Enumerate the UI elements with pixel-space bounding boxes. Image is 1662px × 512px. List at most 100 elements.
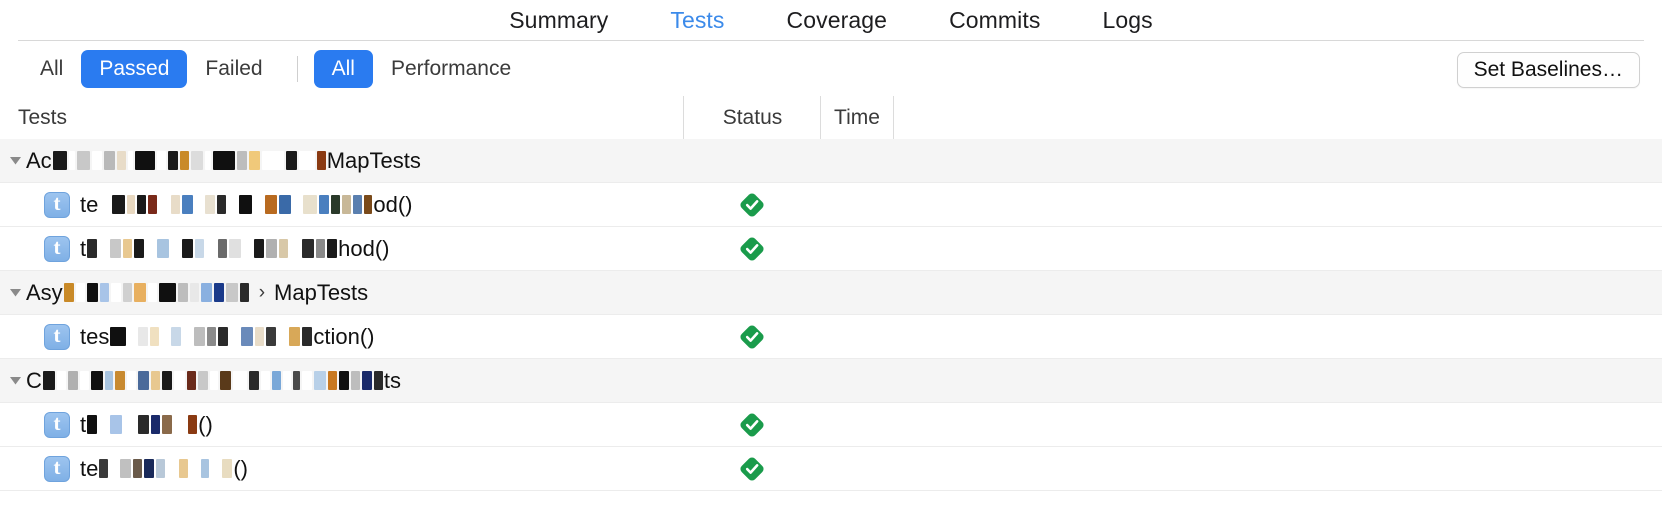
tab-tests[interactable]: Tests — [639, 7, 755, 34]
filter-perf-all[interactable]: All — [313, 49, 373, 88]
column-header-time[interactable]: Time — [820, 96, 894, 139]
test-case-label: te () — [80, 456, 248, 482]
redacted-text-block — [112, 195, 126, 214]
redacted-text-block — [302, 327, 313, 346]
redacted-text-block — [91, 151, 102, 170]
redacted-text-block — [230, 327, 240, 346]
filter-divider — [296, 55, 298, 82]
redacted-text-block — [150, 371, 160, 390]
redacted-text-block — [279, 239, 289, 258]
redacted-text-block — [255, 327, 265, 346]
test-group-row[interactable]: Cts — [0, 359, 1662, 403]
status-cell — [683, 227, 820, 270]
redacted-text-block — [265, 195, 278, 214]
test-group-row[interactable]: Asy › MapTests — [0, 271, 1662, 315]
redacted-text-block — [182, 195, 194, 214]
test-case-icon: t — [44, 323, 70, 350]
redacted-text-block — [266, 239, 278, 258]
redacted-text-block — [151, 415, 161, 434]
redacted-text-block — [254, 195, 264, 214]
tab-commits[interactable]: Commits — [918, 7, 1071, 34]
redacted-text-block — [313, 371, 326, 390]
redacted-text-block — [361, 371, 372, 390]
column-header-status[interactable]: Status — [683, 96, 821, 139]
redacted-text-block — [301, 371, 312, 390]
redacted-text-block — [103, 151, 115, 170]
redacted-text-block — [126, 371, 136, 390]
status-passed-icon — [739, 412, 764, 437]
test-case-row[interactable]: t te od() — [0, 183, 1662, 227]
filter-passed[interactable]: Passed — [81, 49, 188, 88]
redacted-text-block — [134, 151, 155, 170]
redacted-text-block — [124, 415, 137, 434]
redacted-text-block — [156, 151, 166, 170]
redacted-text-block — [278, 327, 288, 346]
redacted-text-block — [42, 371, 55, 390]
redacted-text-block — [159, 195, 170, 214]
label-suffix-text: ction() — [313, 323, 375, 349]
filter-performance[interactable]: Performance — [373, 50, 529, 88]
tab-coverage[interactable]: Coverage — [756, 7, 919, 34]
xcode-test-report-panel: Summary Tests Coverage Commits Logs All … — [0, 0, 1662, 512]
redacted-text-block — [87, 239, 98, 258]
redacted-text-block — [99, 239, 109, 258]
redacted-text-block — [150, 327, 160, 346]
label-suffix-text: ts — [383, 367, 402, 393]
test-group-label: Ac MapTests — [26, 148, 421, 174]
filter-failed[interactable]: Failed — [187, 50, 280, 88]
redacted-text-block — [76, 151, 90, 170]
redacted-text-block — [225, 283, 238, 302]
redacted-text-block — [182, 239, 194, 258]
label-suffix-text: hod() — [338, 235, 390, 261]
test-case-row[interactable]: t te () — [0, 447, 1662, 491]
redacted-text-block — [248, 151, 260, 170]
test-case-icon: t — [44, 235, 70, 262]
tab-summary[interactable]: Summary — [478, 7, 639, 34]
status-passed-icon — [739, 236, 764, 261]
filter-toolbar: All Passed Failed All Performance Set Ba… — [0, 41, 1662, 96]
test-case-row[interactable]: t t () — [0, 403, 1662, 447]
status-cell — [683, 447, 820, 490]
label-prefix-text: Ac — [26, 147, 52, 173]
filter-all[interactable]: All — [22, 50, 81, 88]
set-baselines-button[interactable]: Set Baselines… — [1456, 52, 1640, 88]
redacted-text-block — [186, 371, 196, 390]
redacted-text-block — [171, 327, 182, 346]
redacted-text-block — [183, 327, 193, 346]
column-header-tests[interactable]: Tests — [18, 96, 67, 139]
tab-logs[interactable]: Logs — [1071, 7, 1183, 34]
redacted-text-block — [114, 371, 125, 390]
status-cell — [683, 183, 820, 226]
redacted-text-block — [75, 283, 85, 302]
redacted-text-block — [148, 195, 158, 214]
redacted-text-block — [99, 283, 109, 302]
redacted-text-block — [133, 283, 146, 302]
test-case-row[interactable]: t tes ction() — [0, 315, 1662, 359]
redacted-text-block — [110, 415, 123, 434]
disclosure-triangle-icon[interactable] — [4, 139, 26, 182]
label-prefix-text: t — [80, 235, 87, 261]
redacted-text-block — [173, 371, 185, 390]
redacted-text-block — [260, 371, 270, 390]
redacted-text-block — [167, 151, 178, 170]
redacted-text-block — [179, 459, 189, 478]
redacted-text-block — [211, 459, 221, 478]
redacted-text-block — [298, 151, 315, 170]
redacted-text-block — [218, 239, 228, 258]
test-case-row[interactable]: t t hod() — [0, 227, 1662, 271]
test-group-row[interactable]: Ac MapTests — [0, 139, 1662, 183]
redacted-text-block — [123, 239, 133, 258]
redacted-text-block — [353, 195, 363, 214]
disclosure-triangle-icon[interactable] — [4, 359, 26, 402]
redacted-text-block — [205, 195, 216, 214]
redacted-text-block — [110, 239, 122, 258]
test-case-icon: t — [44, 411, 70, 438]
row-content: t te () — [0, 447, 248, 490]
label-prefix-text: tes — [80, 323, 110, 349]
test-case-icon: t — [44, 455, 70, 482]
redacted-text-block — [161, 371, 172, 390]
redacted-text-block — [174, 415, 187, 434]
redacted-text-block — [290, 239, 301, 258]
status-cell — [683, 315, 820, 358]
disclosure-triangle-icon[interactable] — [4, 271, 26, 314]
